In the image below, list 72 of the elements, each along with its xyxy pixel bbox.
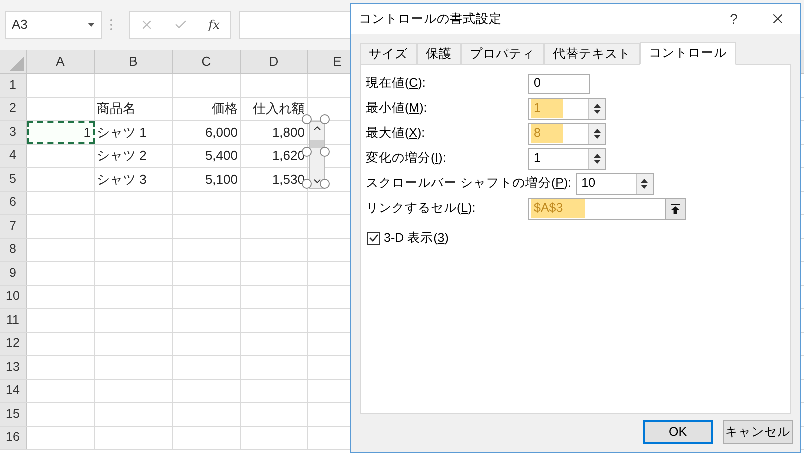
column-header[interactable]: B <box>95 50 173 73</box>
up-arrow-icon <box>594 154 600 158</box>
spin-buttons[interactable] <box>588 148 605 168</box>
row-header[interactable]: 14 <box>0 380 27 402</box>
sheet-cell[interactable]: 商品名 <box>95 98 173 120</box>
row-header[interactable]: 7 <box>0 215 27 238</box>
column-header[interactable]: C <box>173 50 241 73</box>
field-value: 10 <box>580 175 597 192</box>
down-arrow-icon <box>594 160 600 164</box>
insert-function-button[interactable]: fx <box>208 16 220 34</box>
spin-buttons[interactable] <box>588 124 605 144</box>
up-arrow-icon <box>594 104 600 108</box>
column-header[interactable]: A <box>27 50 95 73</box>
up-arrow-icon <box>594 128 600 132</box>
row-header[interactable]: 10 <box>0 286 27 308</box>
scroll-thumb[interactable] <box>310 140 324 148</box>
row-header[interactable]: 4 <box>0 144 27 167</box>
field-label: 現在値(C): <box>366 75 426 92</box>
row-header[interactable]: 5 <box>0 168 27 190</box>
dialog-tab[interactable]: 保護 <box>417 43 461 64</box>
dialog-tab[interactable]: プロパティ <box>461 43 544 64</box>
field-value: $A$3 <box>531 199 586 218</box>
field-value: 0 <box>533 75 542 92</box>
sheet-cell[interactable]: シャツ 1 <box>95 121 173 144</box>
dialog-button[interactable]: OK <box>643 420 713 444</box>
field-label: スクロールバー シャフトの増分(P): <box>366 175 572 192</box>
dialog-tab[interactable]: コントロール <box>640 42 736 65</box>
dialog-button[interactable]: キャンセル <box>723 420 793 444</box>
dialog-tab[interactable]: 代替テキスト <box>544 43 640 64</box>
input-field[interactable]: 0 <box>528 74 590 94</box>
name-box[interactable]: A3 <box>5 11 102 39</box>
field-value: 1 <box>533 150 542 168</box>
collapse-dialog-button[interactable] <box>665 198 685 218</box>
down-arrow-icon <box>594 110 600 114</box>
select-all-icon <box>10 57 24 71</box>
down-arrow-icon <box>594 134 600 138</box>
checkbox[interactable] <box>367 232 380 245</box>
sheet-cell[interactable]: 1 <box>27 121 95 144</box>
dialog-title: コントロールの書式設定 <box>359 10 502 28</box>
field-label: 変化の増分(I): <box>366 150 446 168</box>
more-dots-icon <box>110 19 113 31</box>
field-label: リンクするセル(L): <box>366 200 476 218</box>
row-header[interactable]: 15 <box>0 403 27 426</box>
spin-buttons[interactable] <box>636 174 653 194</box>
up-arrow-icon <box>641 178 648 182</box>
row-header[interactable]: 13 <box>0 356 27 378</box>
sheet-cell[interactable]: シャツ 3 <box>95 168 173 190</box>
row-header[interactable]: 2 <box>0 98 27 120</box>
checkmark-icon <box>368 234 378 242</box>
down-arrow-icon <box>641 184 648 188</box>
field-label: 最小値(M): <box>366 100 428 118</box>
spin-field[interactable]: 1 <box>528 148 606 170</box>
sheet-cell[interactable]: シャツ 2 <box>95 144 173 167</box>
upload-arrow-icon <box>671 204 680 214</box>
row-header[interactable]: 9 <box>0 262 27 284</box>
row-header[interactable]: 11 <box>0 309 27 332</box>
field-value: 1 <box>531 99 563 118</box>
row-header[interactable]: 3 <box>0 121 27 144</box>
spin-buttons[interactable] <box>588 98 605 118</box>
field-value: 8 <box>531 124 563 143</box>
row-header[interactable]: 8 <box>0 238 27 261</box>
column-header[interactable]: D <box>241 50 308 73</box>
dialog-tab[interactable]: サイズ <box>360 43 417 64</box>
row-header[interactable]: 6 <box>0 192 27 214</box>
dropdown-caret-icon <box>88 23 95 27</box>
row-header[interactable]: 12 <box>0 332 27 355</box>
row-header[interactable]: 1 <box>0 74 27 96</box>
field-label: 3-D 表示(3) <box>384 230 449 247</box>
spin-field[interactable]: 10 <box>576 172 654 194</box>
row-header[interactable]: 16 <box>0 426 27 449</box>
help-button[interactable]: ? <box>712 4 756 34</box>
field-label: 最大値(X): <box>366 125 426 142</box>
